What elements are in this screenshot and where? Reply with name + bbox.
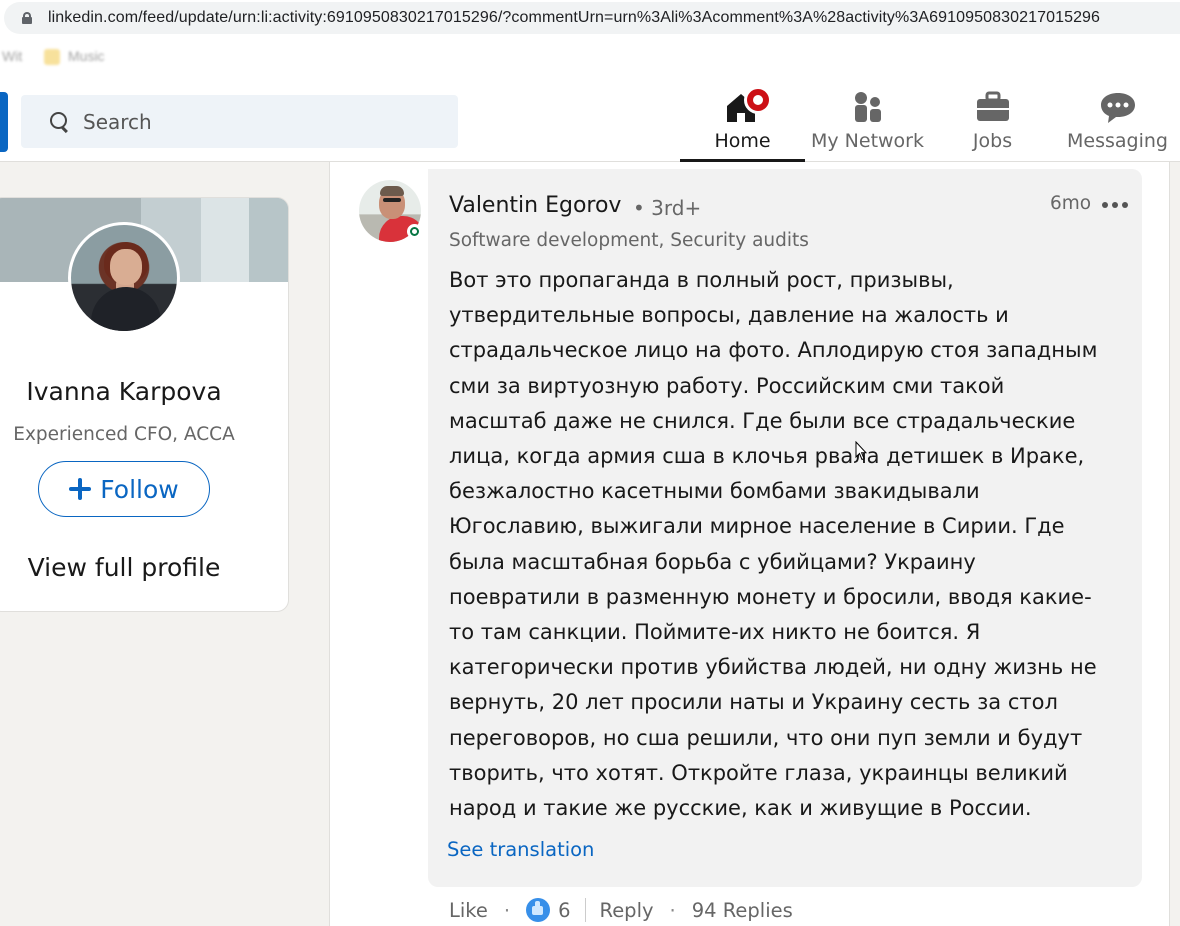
comment-text-line: страдальческое лицо на фото. Аплодирую с… bbox=[449, 338, 1098, 363]
comment-text-line: безжалостно касетными бомбами звакидывал… bbox=[449, 479, 980, 504]
search-input[interactable]: Search bbox=[21, 95, 458, 148]
comment-text-line: лица, когда армия сша в клочья рвала дет… bbox=[449, 444, 1085, 469]
connection-degree: • 3rd+ bbox=[633, 196, 702, 220]
nav-label-my-network: My Network bbox=[810, 130, 924, 152]
briefcase-icon bbox=[976, 91, 1009, 121]
replies-count-link[interactable]: 94 Replies bbox=[692, 899, 793, 922]
browser-address-bar: linkedin.com/feed/update/urn:li:activity… bbox=[0, 0, 1180, 36]
reply-button[interactable]: Reply bbox=[600, 899, 654, 922]
comment-text-line: Югославию, выжигали мирное население в С… bbox=[449, 514, 1065, 539]
profile-name[interactable]: Ivanna Karpova bbox=[1, 377, 247, 406]
like-reaction-icon[interactable] bbox=[526, 898, 551, 922]
bookmarks-bar: Wit Music bbox=[0, 36, 1180, 80]
top-nav: Search Home My Network Jobs Messaging bbox=[0, 80, 1180, 162]
comment-text: Вот это пропаганда в полный рост, призыв… bbox=[449, 263, 1119, 826]
messaging-icon bbox=[1100, 93, 1135, 123]
nav-item-jobs[interactable]: Jobs bbox=[930, 80, 1055, 162]
url-field[interactable]: linkedin.com/feed/update/urn:li:activity… bbox=[4, 2, 1180, 34]
comment-text-line: то там санкции. Поймите-их никто не боит… bbox=[449, 620, 981, 645]
url-text[interactable]: linkedin.com/feed/update/urn:li:activity… bbox=[48, 9, 1100, 27]
comment-text-line: масштаб даже не снился. Где были все стр… bbox=[449, 408, 1076, 433]
comment-author-name[interactable]: Valentin Egorov bbox=[449, 193, 621, 218]
comment-text-line: поевратили в разменную монету и бросили,… bbox=[449, 584, 1092, 609]
network-icon bbox=[854, 92, 881, 122]
comment-bubble: Valentin Egorov • 3rd+ Software developm… bbox=[428, 169, 1142, 887]
bookmark-label: Music bbox=[68, 48, 105, 64]
lock-icon[interactable] bbox=[22, 12, 32, 24]
separator-dot: · bbox=[503, 898, 511, 922]
nav-item-home[interactable]: Home bbox=[680, 80, 805, 162]
comment-text-line: утвердительные вопросы, давление на жало… bbox=[449, 303, 1009, 328]
follow-button[interactable]: Follow bbox=[38, 461, 210, 517]
profile-avatar[interactable] bbox=[68, 222, 180, 334]
search-placeholder: Search bbox=[83, 109, 152, 134]
comment-text-line: была масштабная борьба с убийцами? Украи… bbox=[449, 549, 976, 574]
like-button[interactable]: Like bbox=[449, 899, 488, 922]
comment-timestamp: 6mo bbox=[1050, 193, 1092, 214]
comment-panel: Valentin Egorov • 3rd+ Software developm… bbox=[329, 162, 1170, 926]
comment-text-line: вернуть, 20 лет просили наты и Украину с… bbox=[449, 690, 1058, 715]
bookmark-icon bbox=[44, 49, 60, 66]
bookmark-item[interactable]: Music bbox=[44, 48, 105, 66]
online-status-icon bbox=[407, 224, 422, 239]
view-full-profile-link[interactable]: View full profile bbox=[1, 553, 247, 582]
linkedin-logo[interactable] bbox=[0, 92, 8, 152]
comment-text-line: народ и такие же русские, как и живущие … bbox=[449, 796, 1032, 821]
nav-label-jobs: Jobs bbox=[972, 130, 1013, 152]
nav-item-messaging[interactable]: Messaging bbox=[1055, 80, 1180, 162]
comment-text-line: переговоров, но сша решили, что они пуп … bbox=[449, 725, 1083, 750]
comment-text-line: категорически против убийства людей, ни … bbox=[449, 655, 1097, 680]
nav-item-my-network[interactable]: My Network bbox=[805, 80, 930, 162]
comment-text-line: творить, что хотят. Откройте глаза, укра… bbox=[449, 760, 1068, 785]
divider bbox=[584, 898, 586, 922]
comment-text-line: сми за виртуозную работу. Российским сми… bbox=[449, 373, 1005, 398]
nav-label-messaging: Messaging bbox=[1067, 130, 1168, 152]
comment-actions: Like · 6 Reply · 94 Replies bbox=[449, 895, 793, 925]
profile-card: Ivanna Karpova Experienced CFO, ACCA Fol… bbox=[0, 197, 289, 612]
bookmark-item[interactable]: Wit bbox=[2, 48, 22, 64]
mouse-cursor-icon bbox=[855, 441, 867, 461]
nav-label-home: Home bbox=[714, 130, 771, 152]
plus-icon bbox=[69, 478, 92, 500]
comment-text-line: Вот это пропаганда в полный рост, призыв… bbox=[449, 268, 954, 292]
profile-headline: Experienced CFO, ACCA bbox=[13, 424, 235, 445]
separator-dot: · bbox=[669, 898, 676, 922]
follow-label: Follow bbox=[100, 474, 179, 504]
notification-badge bbox=[744, 86, 772, 114]
more-options-icon[interactable] bbox=[1102, 195, 1128, 215]
reaction-count[interactable]: 6 bbox=[558, 899, 570, 922]
see-translation-link[interactable]: See translation bbox=[447, 838, 594, 861]
search-icon bbox=[49, 111, 71, 133]
comment-author-headline: Software development, Security audits bbox=[449, 230, 809, 251]
